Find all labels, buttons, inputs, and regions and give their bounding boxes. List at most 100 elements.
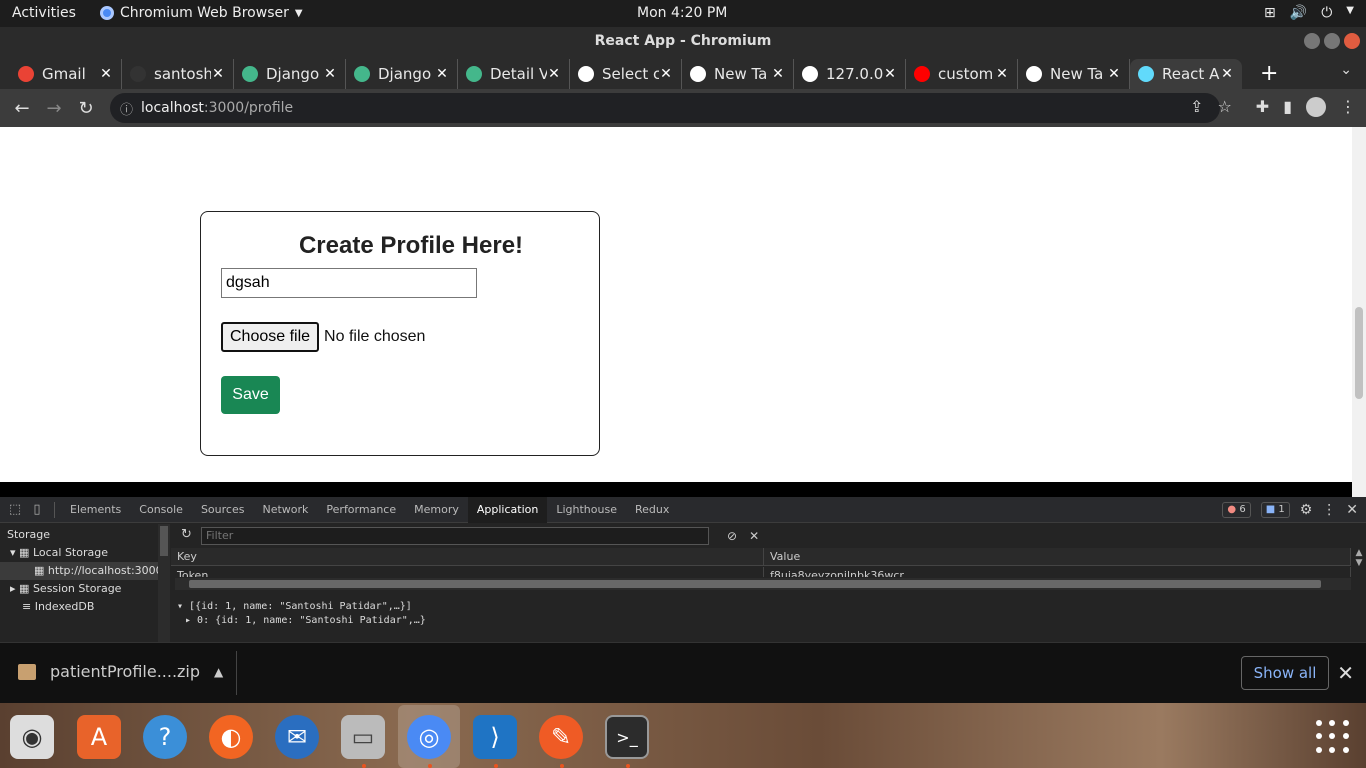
scrollbar-thumb[interactable] xyxy=(1355,307,1363,399)
tree-session-storage[interactable]: ▸ ▦ Session Storage xyxy=(0,580,158,598)
minimize-button[interactable] xyxy=(1304,33,1320,49)
tab-search-icon[interactable]: ⌄ xyxy=(1340,62,1352,78)
new-tab-button[interactable]: + xyxy=(1260,59,1278,89)
devtools-tab-network[interactable]: Network xyxy=(253,497,317,523)
tree-local-storage[interactable]: ▾ ▦ Local Storage xyxy=(0,544,158,562)
devtools-tab-application[interactable]: Application xyxy=(467,496,548,523)
vscode-icon[interactable]: ⟩ xyxy=(473,715,517,759)
refresh-icon[interactable]: ↻ xyxy=(181,527,192,542)
close-tab-icon[interactable]: ✕ xyxy=(1220,66,1234,82)
files-icon[interactable]: ▭ xyxy=(341,715,385,759)
browser-tab[interactable]: New Ta ✕ xyxy=(682,59,794,89)
show-all-button[interactable]: Show all xyxy=(1241,656,1329,690)
reload-button[interactable]: ↻ xyxy=(70,98,102,119)
devtools-tab-elements[interactable]: Elements xyxy=(61,497,130,523)
close-window-button[interactable] xyxy=(1344,33,1360,49)
system-tray[interactable]: ⊞ 🔊 ⏻ ▼ xyxy=(1264,5,1354,21)
close-tab-icon[interactable]: ✕ xyxy=(659,66,673,82)
preview-line[interactable]: ▸ 0: {id: 1, name: "Santoshi Patidar",…} xyxy=(177,614,426,628)
error-count-badge[interactable]: ● 6 xyxy=(1222,502,1251,518)
close-tab-icon[interactable]: ✕ xyxy=(995,66,1009,82)
devtools-tab-console[interactable]: Console xyxy=(130,497,192,523)
clock[interactable]: Mon 4:20 PM xyxy=(637,5,727,21)
expand-arrow-icon[interactable]: ▾ xyxy=(10,546,16,559)
bookmark-star-icon[interactable]: ☆ xyxy=(1217,97,1231,117)
save-button[interactable]: Save xyxy=(221,376,280,414)
software-icon[interactable]: A xyxy=(77,715,121,759)
expand-arrow-icon[interactable]: ▸ xyxy=(10,582,16,595)
close-tab-icon[interactable]: ✕ xyxy=(323,66,337,82)
close-download-shelf-icon[interactable]: ✕ xyxy=(1337,661,1354,685)
forward-button[interactable]: → xyxy=(38,98,70,119)
name-input[interactable] xyxy=(221,268,477,298)
thunderbird-icon[interactable]: ✉ xyxy=(275,715,319,759)
device-toolbar-icon[interactable]: ▯ xyxy=(26,502,48,517)
value-column-header[interactable]: Value xyxy=(764,548,1351,565)
share-icon[interactable]: ⇪ xyxy=(1190,97,1203,117)
address-bar[interactable]: ⓘ localhost :3000/profile xyxy=(110,93,1220,123)
table-row[interactable]: Token f8uja8yeyzonilnbk36wcr xyxy=(171,567,1351,577)
devtools-tab-memory[interactable]: Memory xyxy=(405,497,468,523)
devtools-tab-lighthouse[interactable]: Lighthouse xyxy=(547,497,626,523)
close-devtools-icon[interactable]: ✕ xyxy=(1346,502,1358,518)
help-icon[interactable]: ? xyxy=(143,715,187,759)
error-count: 6 xyxy=(1239,504,1246,515)
chromium-icon xyxy=(100,6,114,20)
delete-selected-icon[interactable]: ✕ xyxy=(749,529,759,543)
tree-local-origin[interactable]: ▦ http://localhost:3000 xyxy=(0,562,163,580)
close-tab-icon[interactable]: ✕ xyxy=(99,66,113,82)
app-grid-icon[interactable] xyxy=(1316,720,1350,754)
browser-tab[interactable]: New Ta ✕ xyxy=(1018,59,1130,89)
firefox-icon[interactable]: ◐ xyxy=(209,715,253,759)
devtools-tab-performance[interactable]: Performance xyxy=(317,497,405,523)
menu-kebab-icon[interactable]: ⋮ xyxy=(1340,97,1356,117)
maximize-button[interactable] xyxy=(1324,33,1340,49)
key-column-header[interactable]: Key xyxy=(171,548,764,565)
browser-tab[interactable]: Django ✕ xyxy=(234,59,346,89)
clear-all-icon[interactable]: ⊘ xyxy=(727,529,737,543)
terminal-icon[interactable]: >_ xyxy=(605,715,649,759)
browser-tab[interactable]: custom ✕ xyxy=(906,59,1018,89)
side-panel-icon[interactable]: ▮ xyxy=(1283,97,1292,117)
browser-tab[interactable]: Select c ✕ xyxy=(570,59,682,89)
devtools-tab-sources[interactable]: Sources xyxy=(192,497,254,523)
app-menu[interactable]: Chromium Web Browser ▼ xyxy=(100,5,303,21)
activities-button[interactable]: Activities xyxy=(12,5,76,21)
filter-input[interactable] xyxy=(201,526,709,545)
close-tab-icon[interactable]: ✕ xyxy=(435,66,449,82)
close-tab-icon[interactable]: ✕ xyxy=(547,66,561,82)
chevron-up-icon[interactable]: ▲ xyxy=(214,665,223,679)
page-scrollbar[interactable] xyxy=(1352,127,1366,497)
file-input[interactable]: Choose file No file chosen xyxy=(221,322,425,352)
settings-gear-icon[interactable]: ⚙ xyxy=(1300,502,1313,518)
table-horizontal-scrollbar[interactable] xyxy=(175,578,1351,590)
tree-indexeddb[interactable]: ≡ IndexedDB xyxy=(0,598,158,616)
table-scrollbar[interactable]: ▲ ▼ xyxy=(1352,548,1366,578)
preview-line[interactable]: ▾ [{id: 1, name: "Santoshi Patidar",…}] xyxy=(177,600,426,614)
browser-tab[interactable]: Gmail ✕ xyxy=(10,59,122,89)
browser-tab[interactable]: 127.0.0 ✕ xyxy=(794,59,906,89)
devtools-menu-icon[interactable]: ⋮ xyxy=(1322,502,1336,518)
postman-icon[interactable]: ✎ xyxy=(539,715,583,759)
close-tab-icon[interactable]: ✕ xyxy=(1107,66,1121,82)
rhythmbox-icon[interactable]: ◉ xyxy=(10,715,54,759)
session-storage-label: Session Storage xyxy=(32,582,122,595)
sidebar-scrollbar[interactable] xyxy=(158,524,170,642)
download-item[interactable]: patientProfile....zip ▲ xyxy=(18,662,223,681)
message-count-badge[interactable]: ■ 1 xyxy=(1260,502,1290,518)
choose-file-button[interactable]: Choose file xyxy=(221,322,320,352)
close-tab-icon[interactable]: ✕ xyxy=(211,66,225,82)
inspect-element-icon[interactable]: ⬚ xyxy=(4,502,26,517)
browser-tab[interactable]: santosh ✕ xyxy=(122,59,234,89)
close-tab-icon[interactable]: ✕ xyxy=(771,66,785,82)
profile-avatar[interactable] xyxy=(1306,97,1326,117)
back-button[interactable]: ← xyxy=(6,98,38,119)
extensions-icon[interactable]: ✚ xyxy=(1256,97,1269,117)
close-tab-icon[interactable]: ✕ xyxy=(883,66,897,82)
browser-tab[interactable]: Django ✕ xyxy=(346,59,458,89)
browser-tab[interactable]: Detail V ✕ xyxy=(458,59,570,89)
info-icon[interactable]: ⓘ xyxy=(120,99,133,118)
devtools-tab-redux[interactable]: Redux xyxy=(626,497,678,523)
browser-tab[interactable]: React A ✕ xyxy=(1130,59,1242,89)
chromium-icon[interactable]: ◎ xyxy=(407,715,451,759)
